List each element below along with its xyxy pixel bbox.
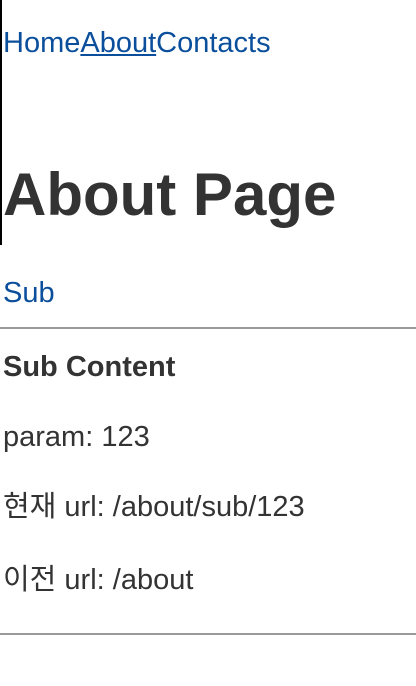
nav-link-home[interactable]: Home — [3, 26, 80, 60]
sub-link[interactable]: Sub — [3, 276, 55, 310]
top-nav: Home About Contacts — [3, 26, 416, 60]
nav-link-about[interactable]: About — [80, 26, 156, 60]
page: Home About Contacts — [0, 0, 416, 60]
current-url-text: 현재 url: /about/sub/123 — [3, 491, 305, 523]
divider-bottom — [0, 633, 416, 635]
window-left-edge — [0, 0, 2, 245]
previous-url-text: 이전 url: /about — [3, 564, 194, 596]
param-text: param: 123 — [3, 421, 150, 453]
nav-link-contacts[interactable]: Contacts — [156, 26, 270, 60]
page-title: About Page — [3, 161, 337, 228]
sub-content-title: Sub Content — [3, 351, 176, 383]
divider-top — [0, 327, 416, 329]
